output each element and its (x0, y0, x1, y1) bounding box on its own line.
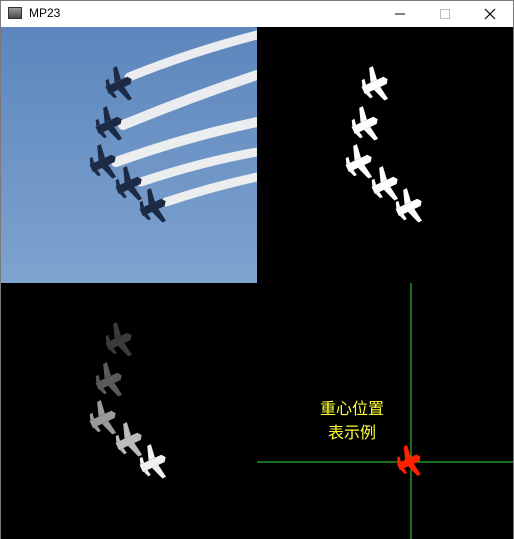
app-window: MP23 重心位置 表示例 (0, 0, 514, 539)
close-icon (484, 8, 496, 20)
minimize-button[interactable] (377, 1, 423, 27)
caption-line1: 重心位置 (319, 399, 384, 418)
original-photo-pane (1, 27, 257, 283)
title-bar[interactable]: MP23 (1, 1, 513, 28)
binary-mask (339, 62, 430, 229)
minimize-icon (395, 13, 405, 15)
maximize-icon (440, 9, 450, 19)
labeled-gray-regions (83, 318, 174, 485)
caption-line2: 表示例 (327, 423, 376, 442)
jet-formation-photo (1, 27, 257, 283)
binary-mask-pane (257, 27, 513, 283)
window-title: MP23 (29, 6, 61, 20)
app-icon (8, 7, 22, 19)
maximize-button[interactable] (422, 1, 468, 27)
close-button[interactable] (467, 1, 513, 27)
centroid-pane: 重心位置 表示例 (257, 283, 513, 539)
labeled-regions-pane (1, 283, 257, 539)
